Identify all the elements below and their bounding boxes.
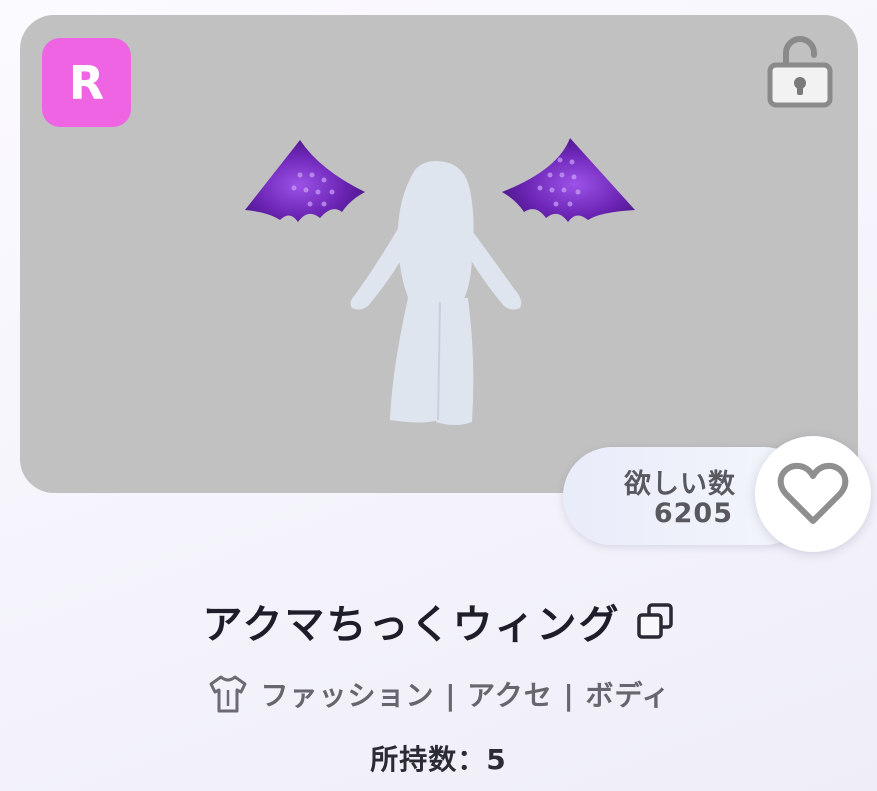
mannequin-right-leg xyxy=(436,298,474,425)
copy-icon[interactable] xyxy=(635,601,675,641)
rarity-label: R xyxy=(68,55,105,110)
item-title-row: アクマちっくウィング xyxy=(0,592,877,650)
wishlist-heart-button[interactable] xyxy=(755,436,871,552)
right-wing xyxy=(502,138,635,222)
owned-count: 5 xyxy=(486,743,507,776)
unlocked-padlock-icon[interactable] xyxy=(766,35,834,109)
wishlist-label: 欲しい数 xyxy=(624,469,736,500)
mannequin-body xyxy=(397,161,474,302)
mannequin-left-arm xyxy=(350,225,408,310)
wishlist-count: 6205 xyxy=(653,498,733,529)
left-wing xyxy=(245,140,365,222)
item-title: アクマちっくウィング xyxy=(202,602,621,648)
mannequin-left-leg xyxy=(390,298,440,423)
item-illustration xyxy=(245,138,635,425)
rarity-badge: R xyxy=(42,38,131,127)
owned-count-row: 所持数：5 xyxy=(0,738,877,778)
category-row: ファッション | アクセ | ボディ xyxy=(0,672,877,716)
shirt-icon xyxy=(209,675,247,713)
heart-outline-icon xyxy=(777,462,849,524)
category-text: ファッション | アクセ | ボディ xyxy=(260,679,671,712)
mannequin-right-arm xyxy=(466,225,522,310)
owned-label: 所持数： xyxy=(370,743,487,776)
